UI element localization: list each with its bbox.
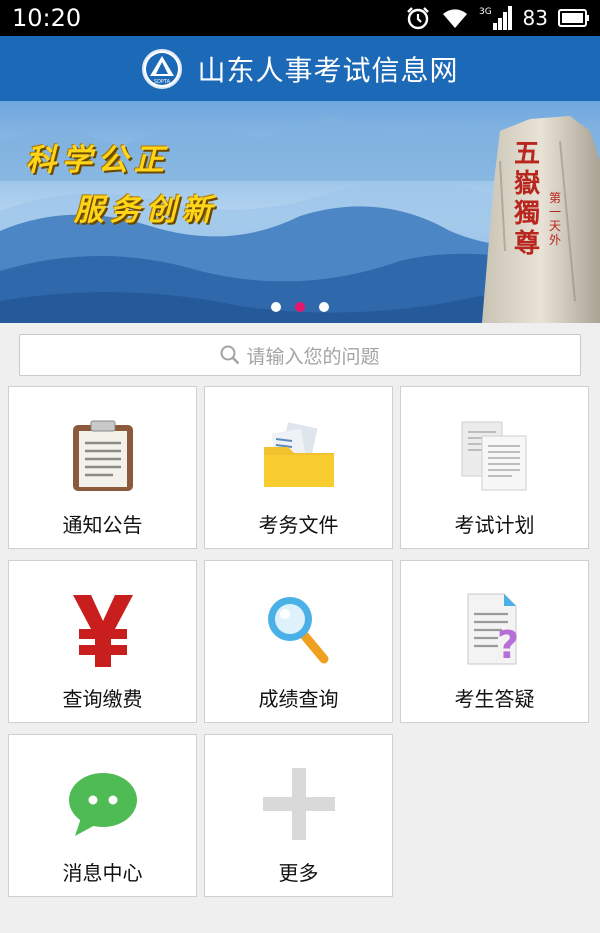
sdpta-logo-icon: SDPTA — [142, 48, 183, 89]
tile-label: 更多 — [278, 861, 319, 885]
carousel-dot[interactable] — [271, 302, 281, 312]
app-title: 山东人事考试信息网 — [197, 53, 459, 87]
carousel-dot-active[interactable] — [295, 302, 305, 312]
carousel-dot[interactable] — [319, 302, 329, 312]
tile-query-payment[interactable]: 查询缴费 — [8, 560, 197, 723]
tile-more[interactable]: 更多 — [204, 734, 393, 897]
carousel-indicator — [0, 302, 600, 312]
plus-icon — [262, 768, 335, 840]
rock-char: 嶽 — [513, 169, 540, 199]
banner-slogan-line1: 科学公正 — [26, 143, 170, 178]
tile-exam-files[interactable]: 考务文件 — [204, 386, 393, 549]
tile-label: 成绩查询 — [258, 687, 339, 711]
status-bar: 10:20 3G 83 — [0, 0, 600, 36]
clipboard-icon — [72, 420, 133, 491]
rock-char: 獨 — [513, 199, 540, 229]
status-time: 10:20 — [12, 4, 82, 32]
svg-text:?: ? — [496, 623, 518, 667]
signal-icon: 3G — [479, 6, 512, 30]
tile-message-center[interactable]: 消息中心 — [8, 734, 197, 897]
tile-score-query[interactable]: 成绩查询 — [204, 560, 393, 723]
banner-carousel[interactable]: 科学公正 服务创新 五 嶽 獨 尊 第 一 天 外 — [0, 101, 600, 323]
rock-small-char: 第 — [548, 191, 561, 205]
battery-icon — [558, 9, 589, 27]
app-header: SDPTA 山东人事考试信息网 — [0, 36, 600, 101]
alarm-icon — [406, 7, 429, 30]
logo-text: SDPTA — [154, 79, 171, 85]
tile-label: 消息中心 — [62, 861, 143, 885]
rock-small-char: 一 — [548, 205, 561, 219]
tile-label: 通知公告 — [62, 513, 143, 537]
network-type: 3G — [479, 7, 492, 17]
rock-small-char: 外 — [548, 233, 561, 247]
question-document-icon: ? — [467, 593, 519, 667]
rock-small-char: 天 — [548, 219, 561, 233]
battery-level: 83 — [522, 6, 548, 30]
tile-exam-plan[interactable]: 考试计划 — [400, 386, 589, 549]
rock-char: 五 — [513, 139, 540, 169]
tile-candidate-qa[interactable]: ? 考生答疑 — [400, 560, 589, 723]
tile-notice[interactable]: 通知公告 — [8, 386, 197, 549]
status-icons: 3G 83 — [405, 4, 590, 32]
tile-label: 查询缴费 — [62, 687, 143, 711]
search-icon — [220, 345, 240, 365]
magnifier-icon — [267, 597, 328, 664]
search-placeholder: 请输入您的问题 — [246, 345, 380, 368]
tile-label: 考试计划 — [454, 513, 535, 537]
yen-icon — [72, 595, 133, 667]
folder-icon — [263, 422, 334, 487]
chat-bubble-icon — [68, 773, 137, 836]
wifi-icon — [442, 9, 467, 28]
documents-icon — [461, 421, 526, 491]
banner-slogan-line2: 服务创新 — [74, 193, 218, 228]
rock-char: 尊 — [513, 229, 540, 259]
tile-label: 考务文件 — [258, 513, 339, 537]
tile-label: 考生答疑 — [454, 687, 535, 711]
search-input[interactable]: 请输入您的问题 — [19, 334, 581, 376]
